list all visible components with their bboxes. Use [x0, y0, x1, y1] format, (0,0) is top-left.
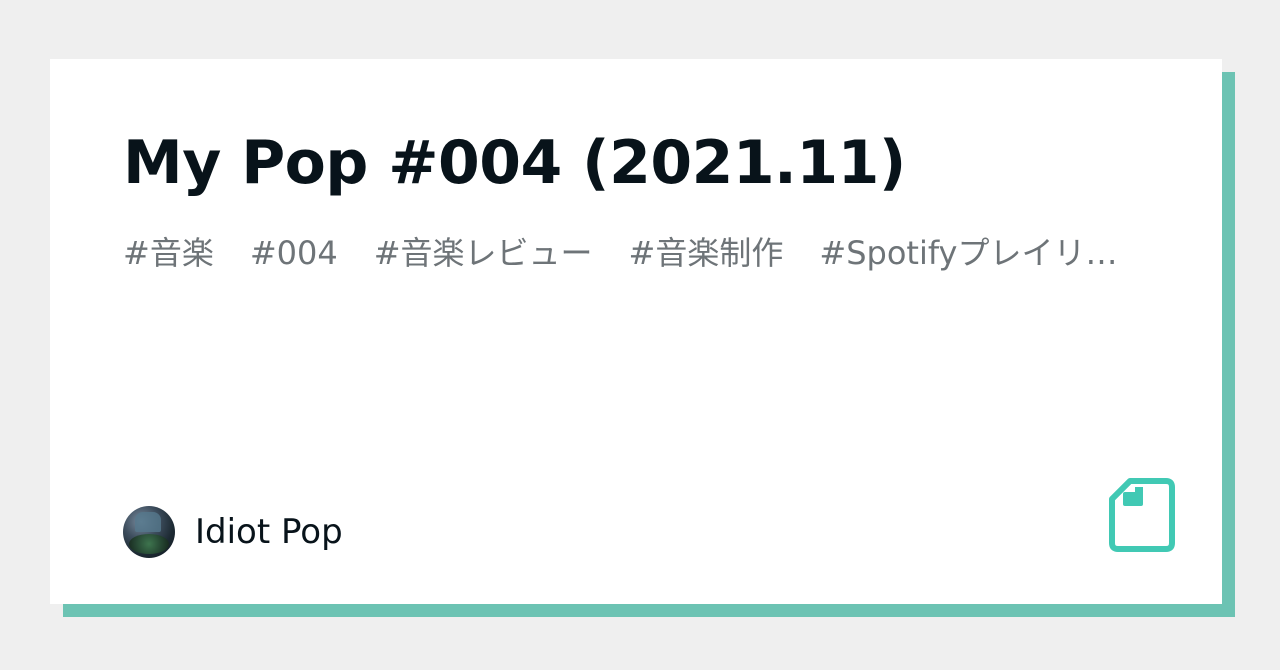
author-name[interactable]: Idiot Pop — [195, 505, 343, 559]
article-card[interactable]: My Pop #004 (2021.11) #音楽 #004 #音楽レビュー #… — [50, 59, 1222, 604]
author-info[interactable]: Idiot Pop — [123, 505, 343, 559]
hashtag-list: #音楽 #004 #音楽レビュー #音楽制作 #Spotifyプレイリ… — [123, 231, 1133, 275]
hashtag[interactable]: #音楽レビュー — [374, 231, 593, 275]
hashtag[interactable]: #004 — [250, 231, 338, 275]
hashtag[interactable]: #音楽 — [123, 231, 214, 275]
note-document-icon — [1109, 478, 1175, 552]
hashtag[interactable]: #Spotifyプレイリ… — [819, 231, 1117, 275]
avatar[interactable] — [123, 506, 175, 558]
hashtag[interactable]: #音楽制作 — [629, 231, 784, 275]
article-title[interactable]: My Pop #004 (2021.11) — [123, 123, 906, 203]
